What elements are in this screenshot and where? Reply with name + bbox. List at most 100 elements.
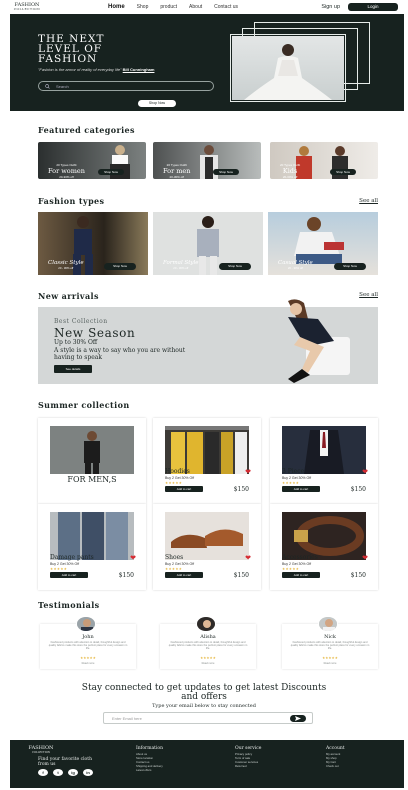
product-price: $150 [233, 572, 249, 579]
category-label: Kids [282, 167, 298, 175]
page: FASHION COLLECTION Home Shop product Abo… [0, 0, 408, 790]
nav-contact[interactable]: Contact us [214, 4, 238, 10]
add-to-cart-button[interactable]: Add to cart [282, 486, 320, 492]
subscribe-subtitle: Type your email below to stay connected [152, 703, 256, 709]
product-card-damage-pants[interactable]: Damage pants ❤ Buy 2 Get 30% Off ★★★★★ A… [38, 504, 146, 590]
summer-title: Summer collection [38, 400, 130, 410]
hero-quote: "Fashion is the armor of reality of ever… [38, 67, 122, 72]
logo[interactable]: FASHION COLLECTION [10, 3, 44, 12]
product-name: Accessories [282, 554, 318, 561]
send-button[interactable] [290, 715, 306, 722]
avatar [76, 616, 96, 632]
heart-icon[interactable]: ❤ [245, 468, 251, 476]
nav-about[interactable]: About [189, 4, 202, 10]
nav-product[interactable]: product [160, 4, 177, 10]
product-image [50, 512, 134, 560]
shop-now-button[interactable]: Shop Now [213, 169, 239, 175]
footer-column-heading: Information [136, 746, 164, 751]
testimonial-stars: ★★★★★ [200, 656, 216, 660]
hero-tagline: "Fashion is the armor of reality of ever… [38, 67, 218, 72]
category-card-men[interactable]: 20 Types Outfit For men 20-30% off Shop … [153, 142, 261, 179]
read-more-link[interactable]: Read more [40, 662, 136, 665]
product-image [165, 426, 249, 474]
hero-model-image [232, 36, 344, 100]
product-price: $150 [233, 486, 249, 493]
read-more-link[interactable]: Read more [160, 662, 256, 665]
linkedin-icon[interactable]: in [83, 769, 93, 776]
product-name: Shoes [165, 554, 184, 561]
product-image [50, 426, 134, 474]
add-to-cart-button[interactable]: Add to cart [282, 572, 320, 578]
heart-icon[interactable]: ❤ [362, 554, 368, 562]
hero-title: THE NEXT LEVEL OF FASHION [38, 33, 105, 65]
email-field[interactable]: Enter Email here [103, 712, 313, 724]
shop-now-button[interactable]: Shop Now [104, 263, 136, 270]
footer-logo[interactable]: FASHION COLLECTION [26, 746, 56, 755]
type-card-classic[interactable]: Classic Style 20 - 30% off Shop Now [38, 212, 148, 275]
nav-shop[interactable]: Shop [137, 4, 149, 10]
subscribe-title: Stay connected to get updates to get lat… [81, 683, 327, 702]
product-deal: Buy 2 Get 30% Off [282, 562, 312, 566]
instagram-icon[interactable]: ig [68, 769, 78, 776]
footer-link[interactable]: Returned [235, 764, 261, 768]
product-stars: ★★★★★ [282, 481, 300, 485]
footer-link[interactable]: Latest offers [136, 768, 163, 772]
testimonials-title: Testimonials [38, 600, 100, 610]
heart-icon[interactable]: ❤ [245, 554, 251, 562]
shop-now-button[interactable]: Shop Now [334, 263, 366, 270]
product-card-shoes[interactable]: Shoes ❤ Buy 2 Get 30% Off ★★★★★ Add to c… [153, 504, 261, 590]
logo-sub: COLLECTION [13, 7, 41, 11]
footer-column-service: Our service Privacy policy Term of sale … [235, 746, 261, 768]
add-to-cart-button[interactable]: Add to cart [165, 572, 203, 578]
heart-icon[interactable]: ❤ [130, 554, 136, 562]
arrivals-quote: A style is a way to say who you are with… [54, 347, 186, 361]
add-to-cart-button[interactable]: Add to cart [50, 572, 88, 578]
type-card-casual[interactable]: Casual Style 20 - 30% off Shop Now [268, 212, 378, 275]
testimonial-card: Alisha Fashioned products with attention… [160, 616, 256, 669]
shop-now-button[interactable]: Shop Now [98, 169, 124, 175]
type-card-formal[interactable]: Formal Style 20 - 30% off Shop Now [153, 212, 263, 275]
shop-now-button[interactable]: Shop Now [219, 263, 251, 270]
testimonial-name: Alisha [200, 634, 216, 640]
product-card-accessories[interactable]: Accessories ❤ Buy 2 Get 30% Off ★★★★★ Ad… [270, 504, 378, 590]
hero-shop-button[interactable]: Shop Now [138, 100, 176, 107]
product-stars: ★★★★★ [282, 567, 300, 571]
product-card-hoodies[interactable]: Hoodies ❤ Buy 2 Get 30% Off ★★★★★ Add to… [153, 418, 261, 504]
add-to-cart-button[interactable]: Add to cart [165, 486, 203, 492]
product-card-for-men[interactable]: FOR MEN,S [38, 418, 146, 504]
testimonial-name: Nick [324, 634, 336, 640]
login-button[interactable]: Login [348, 3, 398, 11]
testimonial-stars: ★★★★★ [322, 656, 338, 660]
featured-title: Featured categories [38, 125, 135, 135]
product-deal: Buy 2 Get 30% Off [282, 476, 312, 480]
avatar [196, 616, 216, 632]
testimonial-card: Nick Fashioned products with attention t… [282, 616, 378, 669]
signup-link[interactable]: Sign up [321, 4, 340, 10]
testimonial-name: John [82, 634, 94, 640]
product-name: Hoodies [165, 468, 190, 475]
type-sub: 20 - 30% off [287, 266, 303, 270]
category-caption: 20 Types Outfit Kids 20-30% off [280, 163, 300, 179]
category-caption: 20 Types Outfit For women 20-30% off [48, 163, 85, 179]
heart-icon[interactable]: ❤ [362, 468, 368, 476]
type-caption: Formal Style 20 - 30% off [163, 260, 199, 270]
nav-home[interactable]: Home [108, 4, 125, 10]
shop-now-button[interactable]: Shop Now [330, 169, 356, 175]
category-label: For women [48, 167, 85, 175]
footer-column-heading: Account [326, 746, 345, 751]
twitter-icon[interactable]: t [53, 769, 63, 776]
hero: THE NEXT LEVEL OF FASHION "Fashion is th… [10, 14, 404, 111]
send-icon [295, 716, 301, 721]
fashion-types-see-all[interactable]: See all [359, 198, 378, 204]
type-sub: 20 - 30% off [58, 266, 74, 270]
product-deal: Buy 2 Get 30% Off [165, 476, 195, 480]
facebook-icon[interactable]: f [38, 769, 48, 776]
footer-link[interactable]: Check out [326, 764, 345, 768]
hero-search[interactable]: Search [38, 81, 214, 91]
read-more-link[interactable]: Read more [282, 662, 378, 665]
type-caption: Casual Style 20 - 30% off [278, 260, 313, 270]
category-card-kids[interactable]: 20 Types Outfit Kids 20-30% off Shop Now [270, 142, 378, 179]
category-card-women[interactable]: 20 Types Outfit For women 20-30% off Sho… [38, 142, 146, 179]
product-card-3-piece[interactable]: 3 Piece ❤ Buy 2 Get 30% Off ★★★★★ Add to… [270, 418, 378, 504]
see-details-button[interactable]: See details [54, 365, 92, 373]
